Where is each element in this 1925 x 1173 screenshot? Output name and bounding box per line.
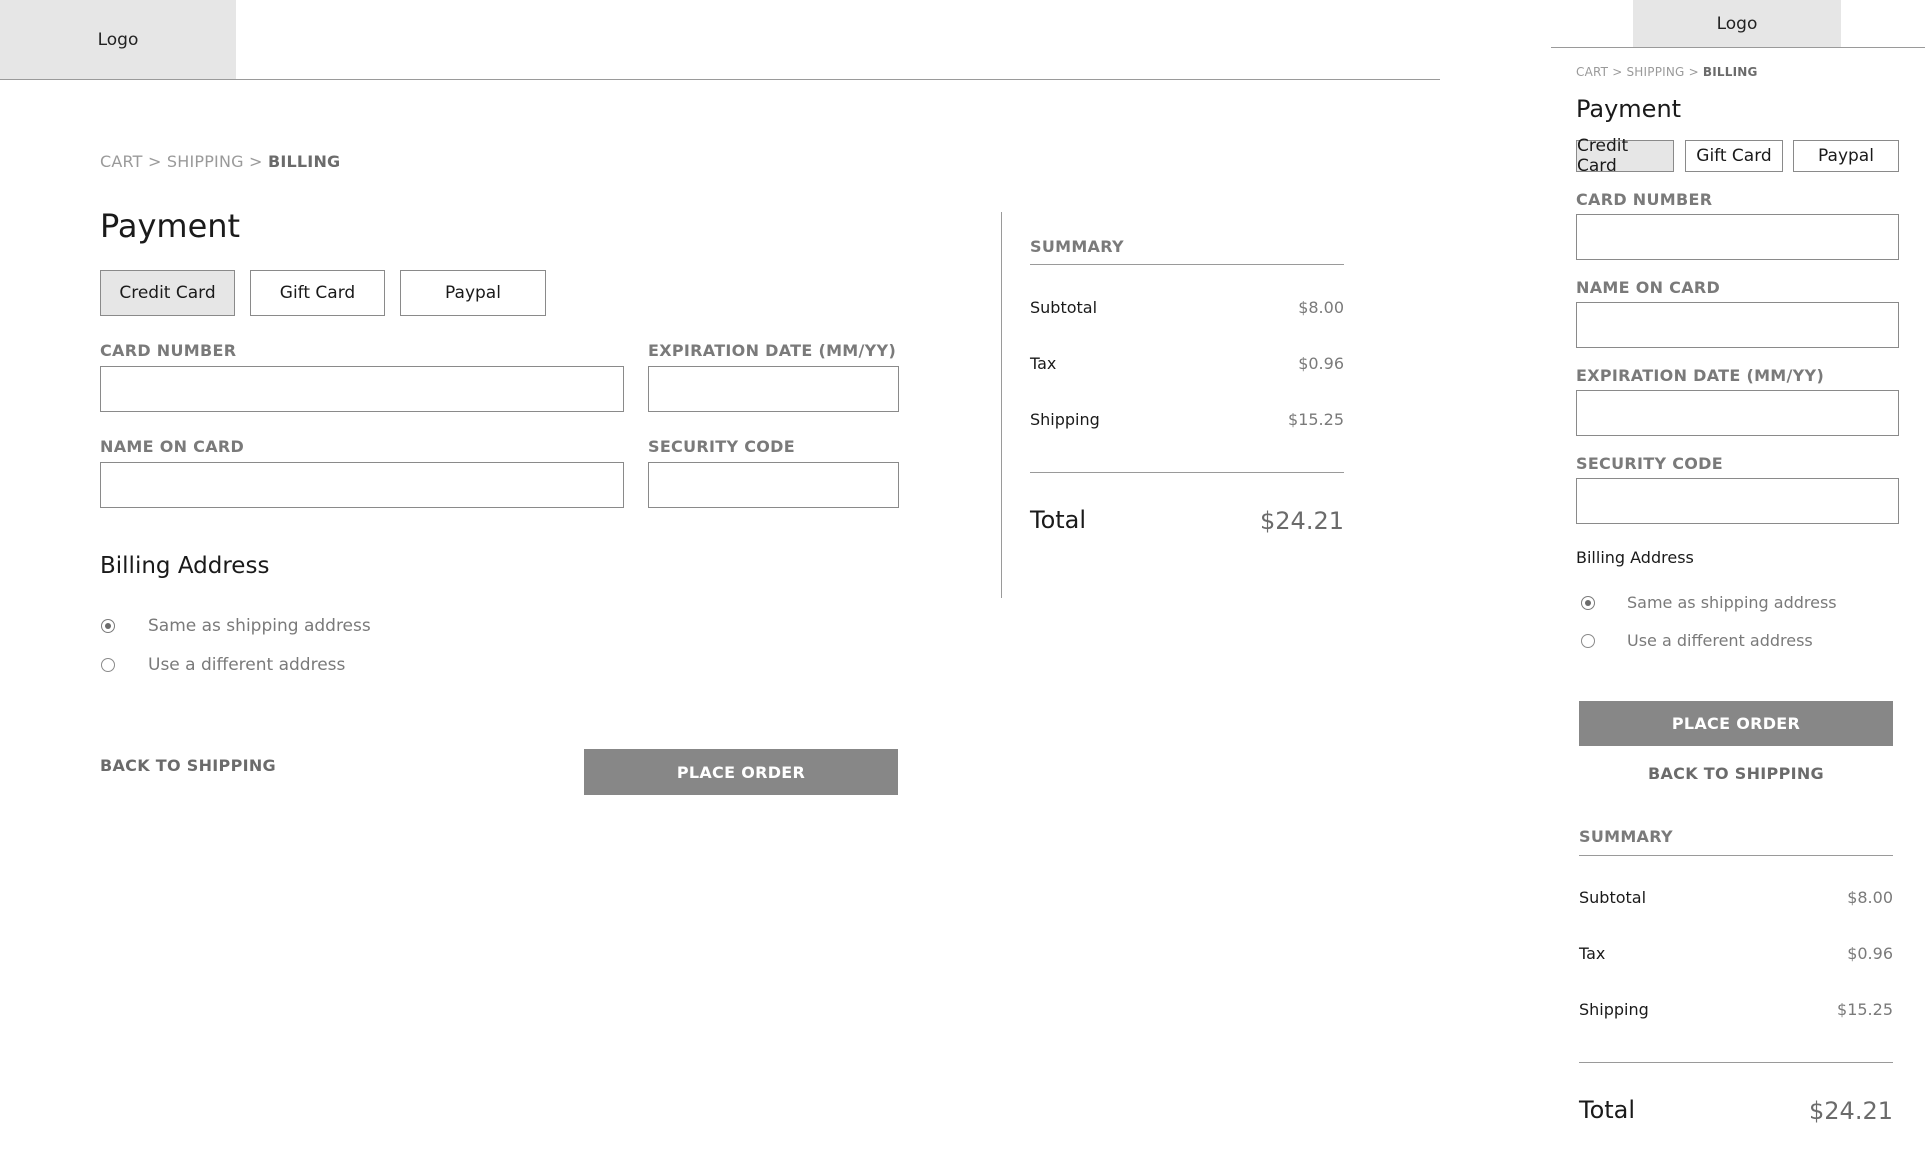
name-on-card-input[interactable] <box>100 462 624 508</box>
mobile-summary-total-rule <box>1579 1062 1893 1063</box>
mobile-expiration-label: EXPIRATION DATE (MM/YY) <box>1576 366 1825 385</box>
subtotal-value: $8.00 <box>1298 298 1344 317</box>
summary-total-rule <box>1030 472 1344 473</box>
name-on-card-label: NAME ON CARD <box>100 437 245 456</box>
tax-value: $0.96 <box>1298 354 1344 373</box>
mobile-header-divider <box>1551 47 1925 48</box>
radio-different-address-label[interactable]: Use a different address <box>148 655 345 675</box>
mobile-summary-title-rule <box>1579 855 1893 856</box>
mobile-radio-different-address-label[interactable]: Use a different address <box>1627 631 1813 650</box>
tab-gift-card[interactable]: Gift Card <box>250 270 385 316</box>
mobile-total-value: $24.21 <box>1809 1097 1893 1125</box>
mobile-name-on-card-input[interactable] <box>1576 302 1899 348</box>
mobile-back-to-shipping-link[interactable]: BACK TO SHIPPING <box>1579 764 1893 783</box>
subtotal-label: Subtotal <box>1030 298 1098 317</box>
back-to-shipping-link[interactable]: BACK TO SHIPPING <box>100 756 276 775</box>
mobile-expiration-input[interactable] <box>1576 390 1899 436</box>
radio-different-address[interactable] <box>101 658 115 672</box>
total-value: $24.21 <box>1260 507 1344 535</box>
mobile-summary-title: SUMMARY <box>1579 827 1673 846</box>
mobile-shipping-label: Shipping <box>1579 1000 1649 1019</box>
mobile-breadcrumb-billing: BILLING <box>1702 65 1758 79</box>
breadcrumb-cart[interactable]: CART <box>100 152 143 171</box>
mobile-billing-address-title: Billing Address <box>1576 548 1694 567</box>
expiration-label: EXPIRATION DATE (MM/YY) <box>648 341 897 360</box>
expiration-input[interactable] <box>648 366 899 412</box>
mobile-breadcrumb-shipping[interactable]: SHIPPING <box>1626 65 1684 79</box>
mobile-logo-text: Logo <box>1716 13 1758 34</box>
shipping-label: Shipping <box>1030 410 1100 429</box>
mobile-name-on-card-label: NAME ON CARD <box>1576 278 1721 297</box>
mobile-tab-gift-card[interactable]: Gift Card <box>1685 140 1783 172</box>
place-order-button[interactable]: PLACE ORDER <box>584 749 898 795</box>
shipping-value: $15.25 <box>1288 410 1344 429</box>
mobile-subtotal-label: Subtotal <box>1579 888 1647 907</box>
mobile-logo[interactable]: Logo <box>1633 0 1841 47</box>
logo-text: Logo <box>97 29 139 50</box>
mobile-tab-paypal[interactable]: Paypal <box>1793 140 1899 172</box>
card-number-label: CARD NUMBER <box>100 341 237 360</box>
mobile-page-title: Payment <box>1576 95 1682 123</box>
header-divider <box>0 79 1440 80</box>
summary-title-rule <box>1030 264 1344 265</box>
tab-paypal[interactable]: Paypal <box>400 270 546 316</box>
mobile-breadcrumb: CART > SHIPPING > BILLING <box>1576 65 1758 79</box>
mobile-place-order-button[interactable]: PLACE ORDER <box>1579 701 1893 746</box>
mobile-card-number-label: CARD NUMBER <box>1576 190 1713 209</box>
radio-same-address[interactable] <box>101 619 115 633</box>
tax-label: Tax <box>1030 354 1057 373</box>
mobile-tax-value: $0.96 <box>1847 944 1893 963</box>
tab-credit-card[interactable]: Credit Card <box>100 270 235 316</box>
mobile-shipping-value: $15.25 <box>1837 1000 1893 1019</box>
summary-title: SUMMARY <box>1030 237 1124 256</box>
total-label: Total <box>1030 506 1087 534</box>
mobile-radio-same-address-label[interactable]: Same as shipping address <box>1627 593 1837 612</box>
mobile-card-number-input[interactable] <box>1576 214 1899 260</box>
summary-divider-vertical <box>1001 212 1002 598</box>
mobile-breadcrumb-cart[interactable]: CART <box>1576 65 1608 79</box>
logo[interactable]: Logo <box>0 0 236 79</box>
page-title: Payment <box>100 207 241 245</box>
breadcrumb-billing: BILLING <box>267 152 341 171</box>
card-number-input[interactable] <box>100 366 624 412</box>
breadcrumb: CART > SHIPPING > BILLING <box>100 152 341 171</box>
mobile-tab-credit-card[interactable]: Credit Card <box>1576 136 1674 176</box>
billing-address-title: Billing Address <box>100 553 270 579</box>
radio-same-address-label[interactable]: Same as shipping address <box>148 616 371 636</box>
mobile-security-code-label: SECURITY CODE <box>1576 454 1723 473</box>
breadcrumb-shipping[interactable]: SHIPPING <box>167 152 244 171</box>
security-code-label: SECURITY CODE <box>648 437 795 456</box>
mobile-subtotal-value: $8.00 <box>1847 888 1893 907</box>
mobile-total-label: Total <box>1579 1096 1636 1124</box>
mobile-radio-different-address[interactable] <box>1581 634 1595 648</box>
security-code-input[interactable] <box>648 462 899 508</box>
mobile-security-code-input[interactable] <box>1576 478 1899 524</box>
mobile-tax-label: Tax <box>1579 944 1606 963</box>
mobile-radio-same-address[interactable] <box>1581 596 1595 610</box>
